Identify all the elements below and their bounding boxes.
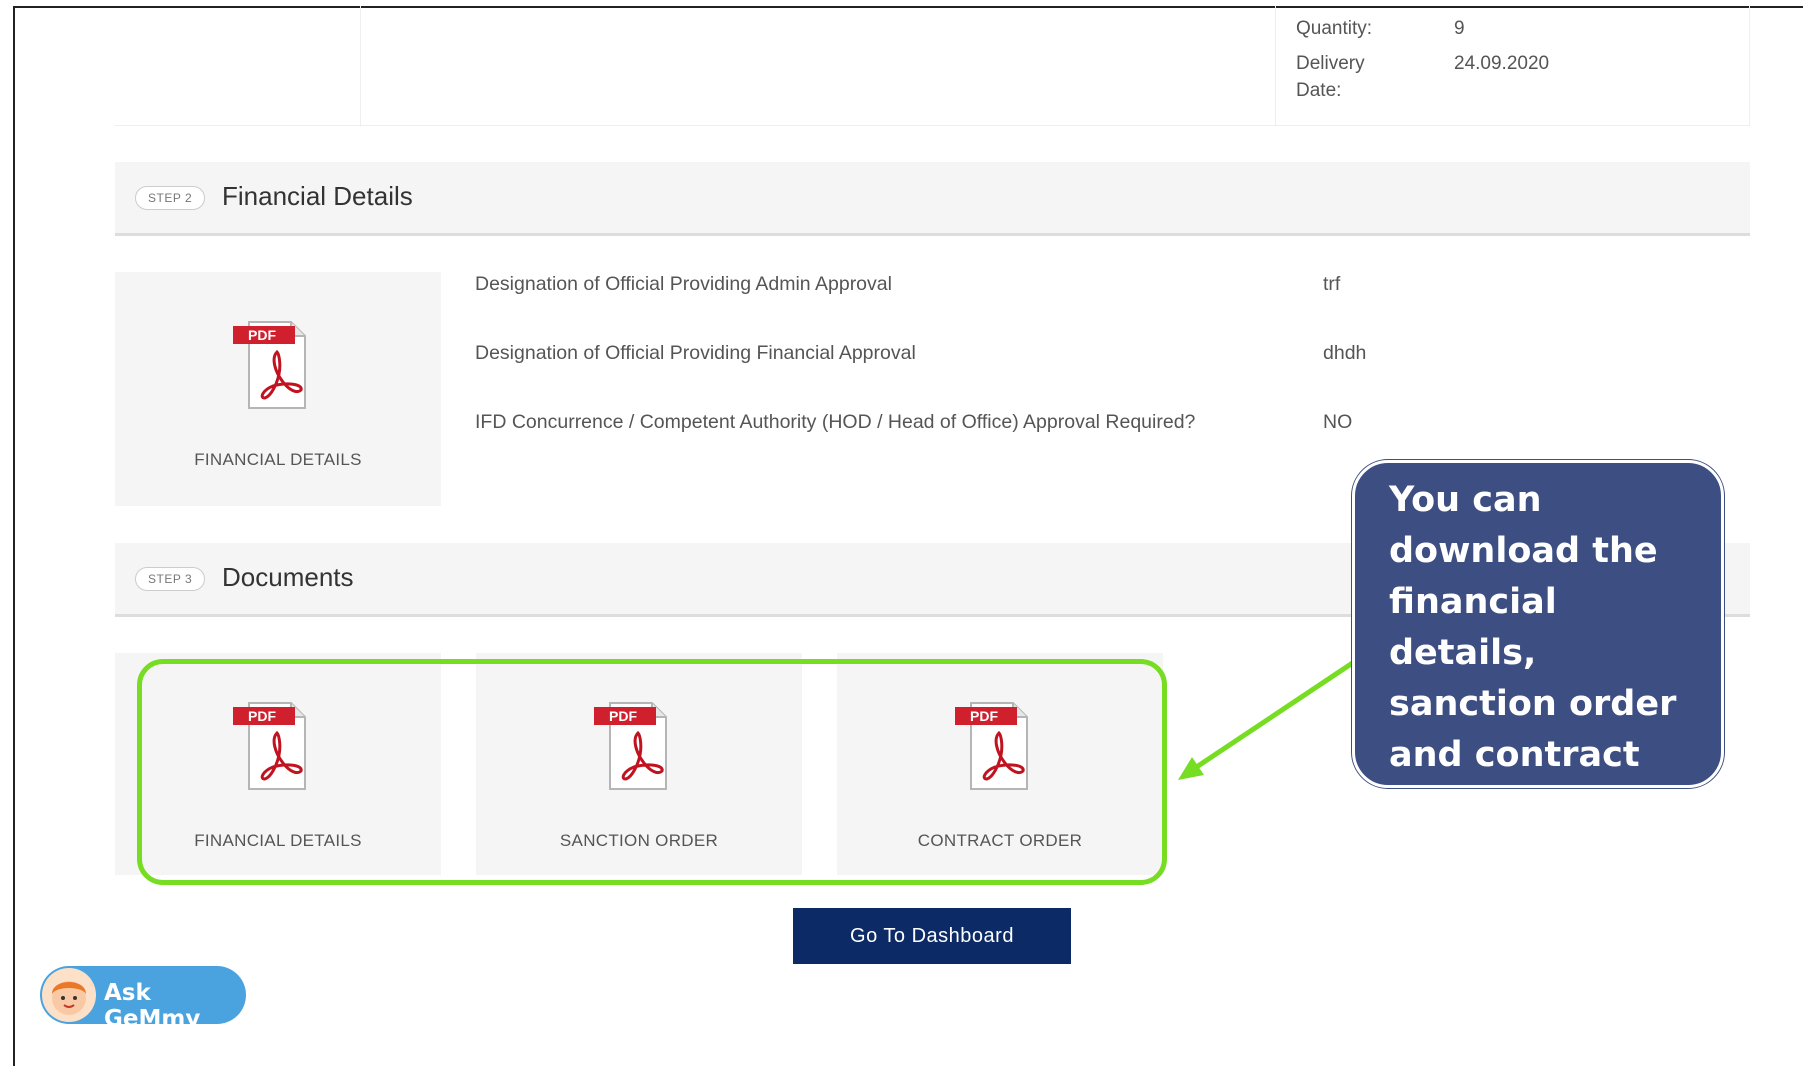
- step3-title: Documents: [222, 562, 354, 592]
- financial-approval-label: Designation of Official Providing Financ…: [475, 342, 916, 364]
- pdf-file-icon: PDF: [233, 321, 306, 409]
- financial-approval-value: dhdh: [1323, 342, 1367, 364]
- help-callout: You can download the financial details, …: [1352, 460, 1724, 877]
- ask-gemmy-label: Ask GeMmy: [104, 980, 201, 1032]
- quantity-value: 9: [1454, 18, 1465, 39]
- ask-gemmy-button[interactable]: Ask GeMmy: [40, 966, 246, 1032]
- column-divider: [1275, 6, 1276, 125]
- admin-approval-value: trf: [1323, 273, 1341, 295]
- pdf-badge-text: PDF: [248, 327, 276, 343]
- assistant-avatar-icon: [42, 968, 96, 1022]
- go-to-dashboard-button[interactable]: Go To Dashboard: [793, 908, 1071, 964]
- tile-label: FINANCIAL DETAILS: [194, 450, 362, 469]
- ifd-concurrence-value: NO: [1323, 411, 1353, 433]
- financial-details-download-tile[interactable]: PDF FINANCIAL DETAILS: [115, 272, 441, 506]
- quantity-label: Quantity:: [1296, 18, 1373, 39]
- ifd-concurrence-label: IFD Concurrence / Competent Authority (H…: [475, 411, 1196, 433]
- delivery-date-label: Delivery Date:: [1296, 50, 1365, 104]
- step2-title: Financial Details: [222, 181, 413, 211]
- column-divider: [360, 6, 361, 125]
- step3-pill: STEP 3: [135, 567, 206, 591]
- delivery-label-line2: Date:: [1296, 80, 1342, 101]
- delivery-date-value: 24.09.2020: [1454, 53, 1550, 74]
- step2-pill: STEP 2: [135, 186, 206, 210]
- step2-header: STEP 2 Financial Details: [115, 162, 1750, 236]
- documents-highlight-box: [137, 659, 1167, 885]
- delivery-label-line1: Delivery: [1296, 53, 1365, 74]
- admin-approval-label: Designation of Official Providing Admin …: [475, 273, 892, 295]
